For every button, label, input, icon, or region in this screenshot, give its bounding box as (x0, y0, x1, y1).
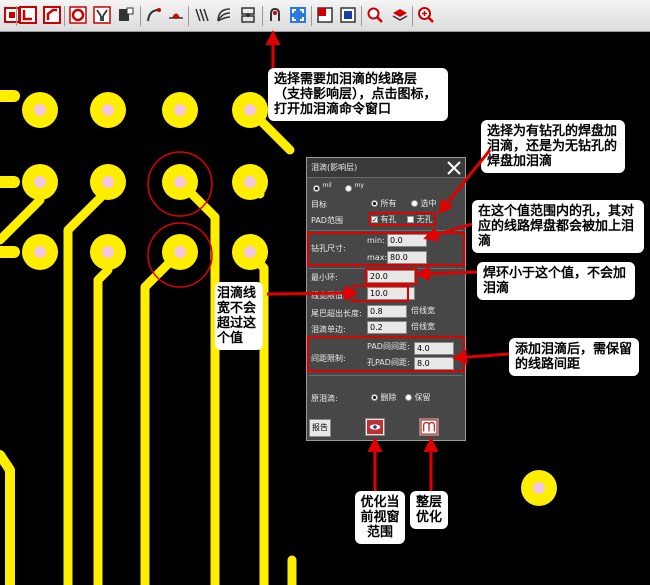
radio-icon (405, 394, 412, 401)
teardrop-line-icon[interactable] (166, 5, 186, 25)
optimize-view-icon (367, 419, 383, 435)
shape-icon[interactable] (238, 5, 258, 25)
unit-my-label: my (354, 182, 364, 189)
pad (232, 164, 268, 200)
close-icon[interactable] (445, 159, 463, 177)
toolbar (0, 0, 650, 47)
highlight-box (365, 268, 417, 285)
pad (90, 164, 126, 200)
original-teardrop-label: 原泪滴: (311, 394, 338, 403)
highlight-box (307, 232, 465, 266)
zoom-icon[interactable] (365, 5, 385, 25)
copper-pour-icon[interactable] (116, 5, 136, 25)
teardrop-icon[interactable] (265, 5, 285, 25)
line-tool-icon[interactable] (18, 5, 38, 25)
delete-label: 删除 (380, 393, 397, 402)
diff-pair-icon[interactable] (192, 5, 212, 25)
pad (521, 470, 557, 506)
target-selected-label: 选中 (420, 199, 437, 208)
callout-spacing: 添加泪滴后，需保留的线路间距 (509, 338, 639, 376)
report-button[interactable]: 报告 (309, 419, 331, 437)
pad (162, 164, 198, 200)
fit-view-icon[interactable] (288, 5, 308, 25)
trace (140, 247, 185, 585)
tail-length-unit: 倍线宽 (411, 306, 435, 315)
unit-mil-radio[interactable]: mil (313, 182, 332, 193)
pad (22, 234, 58, 270)
target-label: 目标 (311, 200, 327, 209)
optimize-layer-button[interactable] (419, 418, 439, 436)
radio-icon (345, 184, 352, 192)
optimize-view-button[interactable] (365, 418, 385, 436)
pad (162, 92, 198, 128)
pad (232, 234, 268, 270)
pad (22, 164, 58, 200)
via-icon[interactable] (68, 5, 88, 25)
pad (90, 92, 126, 128)
target-selected-radio[interactable]: 选中 (411, 198, 437, 209)
callout-select-layer: 选择需要加泪滴的线路层（支持影响层），点击图标，打开加泪滴命令窗口 (268, 68, 448, 121)
tail-length-input[interactable]: 0.8 (367, 305, 407, 318)
callout-ring: 焊环小于这个值，不会加泪滴 (477, 262, 635, 300)
fill-icon[interactable] (338, 5, 358, 25)
callout-optimize-layer: 整层优化 (410, 491, 448, 529)
trace (93, 247, 113, 585)
pad (162, 234, 198, 270)
line-width-label: 线宽限值: (311, 291, 346, 300)
tail-length-label: 尾巴超出长度: (311, 309, 362, 318)
min-ring-label: 最小环: (311, 273, 338, 282)
highlight-box (307, 336, 465, 372)
radio-icon (371, 394, 378, 401)
pad (22, 92, 58, 128)
single-side-input[interactable]: 0.2 (367, 321, 407, 334)
single-side-label: 泪滴单边: (311, 325, 346, 334)
corner-tool-icon[interactable] (42, 5, 62, 25)
dialog-title-bar: 泪滴(影响层) (307, 158, 465, 178)
highlight-box (369, 212, 436, 226)
unit-my-radio[interactable]: my (345, 182, 364, 193)
target-all-label: 所有 (380, 199, 397, 208)
dialog-title: 泪滴(影响层) (311, 163, 358, 172)
radio-icon (313, 184, 320, 192)
target-all-radio[interactable]: 所有 (371, 198, 397, 209)
pad (90, 234, 126, 270)
arc-tool-icon[interactable] (144, 5, 164, 25)
layer-toggle-icon[interactable] (315, 5, 335, 25)
radio-icon (411, 200, 418, 207)
delete-radio[interactable]: 删除 (371, 392, 397, 403)
keep-label: 保留 (414, 393, 431, 402)
highlight-box (351, 285, 409, 302)
divider (309, 230, 463, 231)
optimize-layer-icon (420, 419, 438, 435)
callout-hole-range: 在这个值范围内的孔，其对应的线路焊盘都会被加上泪滴 (472, 200, 644, 253)
pad (232, 92, 268, 128)
unit-mil-label: mil (322, 182, 332, 189)
pad-range-label: PAD范围 (311, 216, 343, 225)
radio-icon (371, 200, 378, 207)
arc-route-icon[interactable] (214, 5, 234, 25)
layer-stack-icon[interactable] (390, 5, 410, 25)
teardrop-dialog: 泪滴(影响层) mil my 目标 所有 选中 PAD范围 ✓ 有孔 无孔 钻孔… (306, 157, 466, 441)
single-side-unit: 倍线宽 (411, 322, 435, 331)
zoom-in-icon[interactable] (416, 5, 436, 25)
stitch-icon[interactable] (92, 5, 112, 25)
keep-radio[interactable]: 保留 (405, 392, 431, 403)
trace (0, 450, 15, 585)
callout-pad-type: 选择为有钻孔的焊盘加泪滴，还是为无钻孔的焊盘加泪滴 (481, 120, 625, 173)
divider (309, 375, 463, 376)
callout-optimize-view: 优化当前视窗范围 (355, 491, 405, 544)
callout-line-width: 泪滴线宽不会超过这个值 (215, 282, 263, 350)
